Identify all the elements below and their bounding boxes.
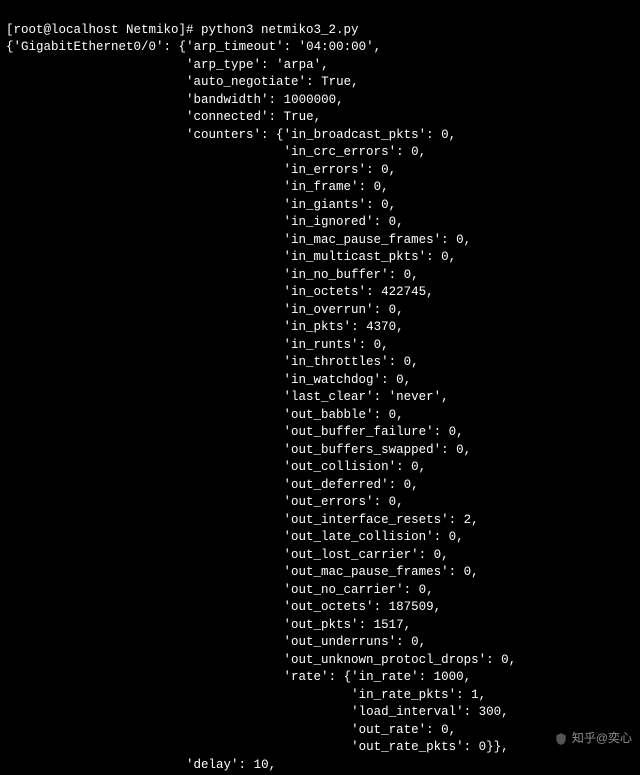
terminal-output: [root@localhost Netmiko]# python3 netmik…	[0, 0, 640, 775]
iface-key: 'GigabitEthernet0/0'	[14, 40, 164, 54]
shell-prompt-line: [root@localhost Netmiko]# python3 netmik…	[6, 23, 359, 37]
